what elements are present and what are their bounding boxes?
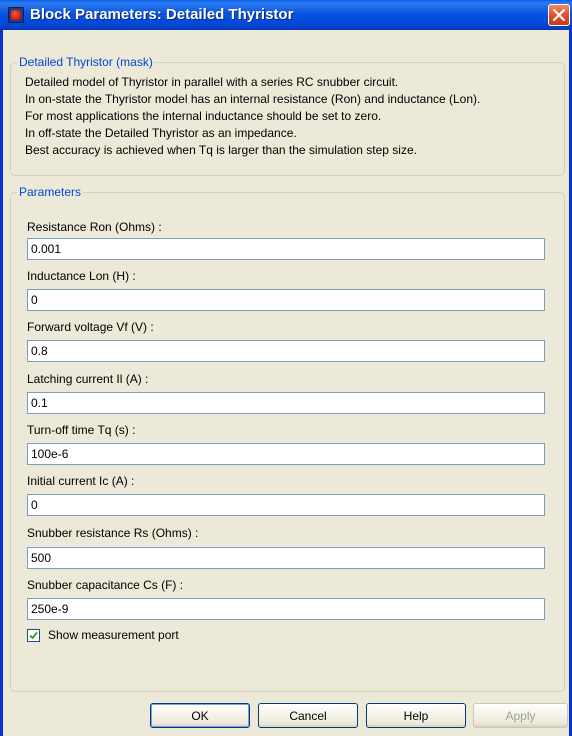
mask-group-legend: Detailed Thyristor (mask) xyxy=(17,55,155,69)
cancel-button[interactable]: Cancel xyxy=(258,703,358,728)
cs-label: Snubber capacitance Cs (F) : xyxy=(27,578,184,592)
description-line: For most applications the internal induc… xyxy=(25,109,382,123)
window-title: Block Parameters: Detailed Thyristor xyxy=(30,6,294,23)
tq-field[interactable] xyxy=(27,443,545,465)
il-field[interactable] xyxy=(27,392,545,414)
dialog-window: Block Parameters: Detailed Thyristor Det… xyxy=(0,0,572,736)
apply-button[interactable]: Apply xyxy=(473,703,568,728)
vf-label: Forward voltage Vf (V) : xyxy=(27,320,154,334)
checkmark-icon xyxy=(29,631,38,640)
ic-field[interactable] xyxy=(27,494,545,516)
rs-field[interactable] xyxy=(27,547,545,569)
lon-label: Inductance Lon (H) : xyxy=(27,269,136,283)
ic-label: Initial current Ic (A) : xyxy=(27,474,135,488)
close-button[interactable] xyxy=(548,4,570,26)
mask-description-group: Detailed Thyristor (mask) Detailed model… xyxy=(10,55,565,176)
ron-field[interactable] xyxy=(27,238,545,260)
show-measurement-checkbox[interactable] xyxy=(27,629,40,642)
vf-field[interactable] xyxy=(27,340,545,362)
show-measurement-label: Show measurement port xyxy=(48,628,179,642)
rs-label: Snubber resistance Rs (Ohms) : xyxy=(27,526,199,540)
cs-field[interactable] xyxy=(27,598,545,620)
ron-label: Resistance Ron (Ohms) : xyxy=(27,220,162,234)
parameters-group: Parameters Resistance Ron (Ohms) : Induc… xyxy=(10,185,565,692)
description-line: Detailed model of Thyristor in parallel … xyxy=(25,75,399,89)
close-icon xyxy=(553,9,565,21)
description-line: Best accuracy is achieved when Tq is lar… xyxy=(25,143,417,157)
ok-button[interactable]: OK xyxy=(150,703,250,728)
lon-field[interactable] xyxy=(27,289,545,311)
description-line: In off-state the Detailed Thyristor as a… xyxy=(25,126,297,140)
simulink-block-icon xyxy=(8,7,24,23)
parameters-group-legend: Parameters xyxy=(17,185,84,199)
tq-label: Turn-off time Tq (s) : xyxy=(27,423,136,437)
title-bar[interactable]: Block Parameters: Detailed Thyristor xyxy=(0,0,572,30)
il-label: Latching current Il (A) : xyxy=(27,372,149,386)
description-line: In on-state the Thyristor model has an i… xyxy=(25,92,481,106)
help-button[interactable]: Help xyxy=(366,703,466,728)
